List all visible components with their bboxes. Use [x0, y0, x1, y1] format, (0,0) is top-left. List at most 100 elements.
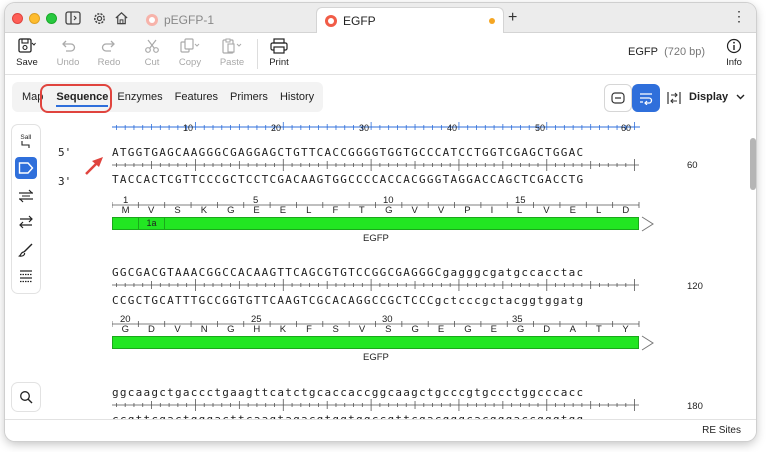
- sequence-name: EGFP: [628, 46, 658, 58]
- amino-acid: D: [148, 324, 155, 335]
- title-bar: pEGFP-1 EGFP + ⋮: [5, 3, 756, 33]
- amino-acid: V: [174, 324, 181, 335]
- re-sites-toggle[interactable]: RE Sites: [702, 425, 741, 436]
- close-window-button[interactable]: [12, 13, 23, 24]
- bottom-strand[interactable]: CCGCTGCATTTGCCGGTGTTCAAGTCGCACAGGCCGCTCC…: [112, 294, 584, 307]
- amino-acid: G: [411, 324, 419, 335]
- new-tab-button[interactable]: +: [508, 9, 517, 27]
- amino-acid: E: [569, 205, 576, 216]
- amino-acid: E: [490, 324, 497, 335]
- amino-acid: K: [279, 324, 287, 335]
- egfp-feature-bar[interactable]: 1a: [112, 217, 639, 230]
- tab-label: EGFP: [343, 13, 376, 28]
- segment-label: 1a: [139, 218, 165, 229]
- home-icon[interactable]: [112, 9, 130, 27]
- amino-acid: D: [622, 205, 630, 216]
- topology-icon: [611, 92, 625, 104]
- row-end-position: 180: [687, 401, 703, 412]
- amino-acid: G: [464, 324, 472, 335]
- feature-arrow-icon: [18, 162, 34, 174]
- amino-acid: V: [358, 324, 366, 335]
- amino-acid: G: [227, 205, 235, 216]
- search-icon: [20, 391, 33, 404]
- info-button[interactable]: Info: [714, 38, 754, 68]
- wrap-sequence-button[interactable]: [632, 84, 660, 112]
- amino-acid: G: [121, 324, 130, 335]
- chevron-down-icon: [736, 94, 745, 100]
- circular-view-button[interactable]: [604, 84, 632, 112]
- tab-primers[interactable]: Primers: [226, 82, 272, 112]
- sall-site-tool[interactable]: SalI: [15, 131, 37, 153]
- sequence-view[interactable]: 10 20 30 40 50 60 5' 3' ATGGTGAGCAAGGGCG…: [45, 122, 745, 419]
- amino-acid: V: [543, 205, 550, 216]
- paste-button[interactable]: Paste: [212, 38, 252, 68]
- amino-acid: E: [437, 324, 445, 335]
- print-button[interactable]: Print: [259, 38, 299, 68]
- redo-button[interactable]: Redo: [89, 38, 129, 68]
- amino-acid: G: [385, 205, 393, 216]
- amino-acid: V: [437, 205, 445, 216]
- sidebar-toggle-icon[interactable]: [64, 9, 82, 27]
- primers-icon: [19, 189, 33, 203]
- tab-features[interactable]: Features: [171, 82, 222, 112]
- gear-icon[interactable]: [90, 9, 108, 27]
- save-button[interactable]: Save: [7, 38, 47, 68]
- top-strand[interactable]: ggcaagctgaccctgaagttcatctgcaccaccggcaagc…: [112, 386, 584, 399]
- egfp-feature-bar[interactable]: [112, 336, 639, 349]
- row-end-position: 60: [687, 160, 698, 171]
- undo-button[interactable]: Undo: [48, 38, 88, 68]
- amino-acid: T: [595, 324, 602, 335]
- undo-icon: [48, 38, 88, 54]
- display-menu-button[interactable]: Display: [689, 91, 745, 103]
- cut-label: Cut: [144, 57, 160, 68]
- tab-egfp[interactable]: EGFP: [316, 7, 504, 33]
- edit-tool[interactable]: [15, 239, 37, 261]
- orf-tool[interactable]: [15, 211, 37, 233]
- translation-tool[interactable]: [15, 265, 37, 287]
- ruler-label: 20: [271, 123, 282, 133]
- print-label: Print: [269, 57, 289, 68]
- tab-enzymes[interactable]: Enzymes: [113, 82, 166, 112]
- vertical-scrollbar[interactable]: [750, 138, 756, 190]
- sequence-length: (720 bp): [664, 46, 706, 58]
- info-label: Info: [726, 57, 742, 68]
- minimize-window-button[interactable]: [29, 13, 40, 24]
- feature-tool[interactable]: [15, 157, 37, 179]
- segment: [113, 218, 139, 229]
- amino-acid: F: [332, 205, 339, 216]
- amino-acid-row: GDVNGHKFSVSGEGEGDATY: [112, 324, 639, 336]
- sequence-tab-highlight: [40, 84, 112, 113]
- fit-width-button[interactable]: [660, 84, 688, 112]
- snapgene-logo-icon: [325, 14, 337, 27]
- copy-button[interactable]: Copy: [170, 38, 210, 68]
- ruler-label: 30: [359, 123, 370, 133]
- tick-ruler: [112, 279, 639, 291]
- cut-site-icon: [21, 141, 30, 148]
- search-button[interactable]: [12, 383, 40, 411]
- amino-acid: K: [200, 205, 208, 216]
- amino-acid: G: [227, 324, 235, 335]
- zoom-window-button[interactable]: [46, 13, 57, 24]
- amino-acid: L: [595, 205, 602, 216]
- top-strand[interactable]: GGCGACGTAAACGGCCACAAGTTCAGCGTGTCCGGCGAGG…: [112, 266, 584, 279]
- feature-arrow-head: [641, 216, 654, 232]
- top-strand[interactable]: ATGGTGAGCAAGGGCGAGGAGCTGTTCACCGGGGTGGTGC…: [112, 146, 584, 159]
- bottom-strand[interactable]: TACCACTCGTTCCCGCTCCTCGACAAGTGGCCCCACCACG…: [112, 173, 584, 186]
- primer-tool[interactable]: [15, 185, 37, 207]
- tab-pegfp-1[interactable]: pEGFP-1: [138, 7, 314, 33]
- tab-history[interactable]: History: [276, 82, 318, 112]
- unsaved-indicator: [489, 18, 495, 24]
- snapgene-logo-icon: [146, 14, 158, 26]
- amino-acid: N: [200, 324, 208, 335]
- copy-label: Copy: [178, 57, 202, 68]
- amino-acid: E: [279, 205, 287, 216]
- position-ruler: [112, 122, 640, 130]
- amino-acid: P: [464, 205, 471, 216]
- paste-label: Paste: [219, 57, 245, 68]
- redo-icon: [89, 38, 129, 54]
- double-arrow-icon: [19, 215, 33, 229]
- more-menu-icon[interactable]: ⋮: [732, 8, 746, 25]
- amino-acid: S: [385, 324, 392, 335]
- row-end-position: 120: [687, 281, 703, 292]
- cut-button[interactable]: Cut: [132, 38, 172, 68]
